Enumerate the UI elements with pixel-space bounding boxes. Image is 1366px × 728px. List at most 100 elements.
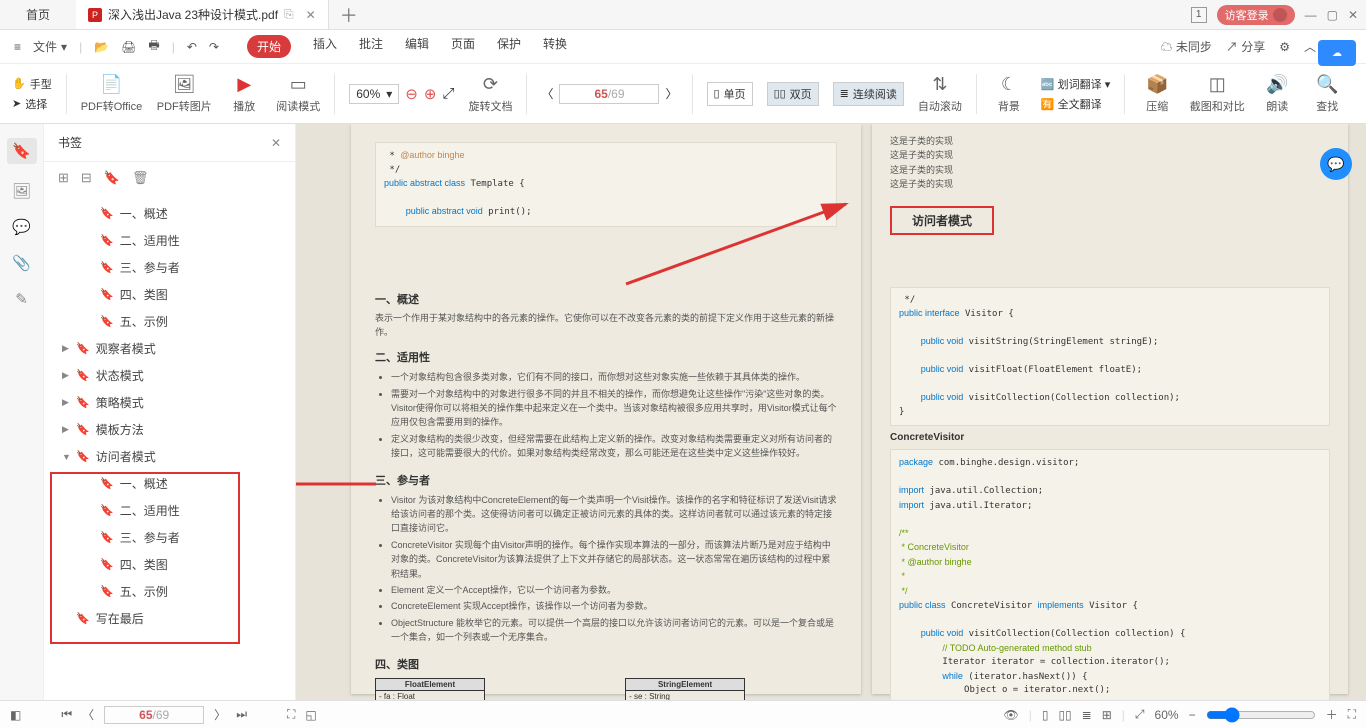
login-button[interactable]: 访客登录 (1217, 5, 1295, 25)
next-page-icon[interactable]: 〉 (665, 85, 677, 102)
single-page[interactable]: ▯ 单页 (707, 82, 753, 106)
share-button[interactable]: ↗ 分享 (1226, 38, 1265, 55)
bookmark-item[interactable]: 🔖五、示例 (48, 308, 291, 335)
close-window-icon[interactable]: ✕ (1348, 8, 1358, 22)
cloud-addon-icon[interactable]: ☁ (1318, 40, 1356, 66)
eye-care-icon[interactable]: 👁 (1003, 708, 1018, 722)
last-page-icon[interactable]: ⏭ (236, 707, 247, 722)
redo-icon[interactable]: ↷ (209, 40, 219, 54)
prev-page-status-icon[interactable]: 〈 (82, 706, 94, 723)
select-tool[interactable]: ➤ 选择 (12, 96, 52, 112)
fit-width-icon[interactable]: ⤢ (442, 85, 454, 102)
menu-edit[interactable]: 编辑 (405, 35, 429, 58)
bookmark-item[interactable]: ▶🔖模板方法 (48, 416, 291, 443)
sec-overview: 一、概述 (375, 291, 837, 307)
bookmark-item[interactable]: ▶🔖策略模式 (48, 389, 291, 416)
collapse-ribbon-icon[interactable]: ︿ (1304, 38, 1316, 55)
bookmarks-title: 书签 (58, 134, 82, 151)
title-bar: 首页 P 深入浅出Java 23种设计模式.pdf ⎘ ✕ ＋ 1 访客登录 —… (0, 0, 1366, 30)
rotate-button[interactable]: ⟳旋转文档 (468, 74, 512, 114)
next-page-status-icon[interactable]: 〉 (214, 706, 226, 723)
zoom-slider[interactable] (1206, 707, 1316, 723)
view-single-icon[interactable]: ▯ (1042, 708, 1049, 722)
close-icon[interactable]: ✕ (306, 8, 316, 22)
bookmark-item[interactable]: 🔖一、概述 (48, 200, 291, 227)
hamburger-icon[interactable]: ≡ (14, 40, 21, 54)
assistant-fab[interactable]: 💬 (1320, 148, 1352, 180)
bookmark-item[interactable]: 🔖三、参与者 (48, 254, 291, 281)
add-bookmark-icon[interactable]: 🔖 (104, 170, 120, 186)
page-input[interactable]: 65/69 (559, 84, 659, 104)
settings-icon[interactable]: ⚙ (1279, 40, 1290, 54)
menu-annotate[interactable]: 批注 (359, 35, 383, 58)
view-double-icon[interactable]: ▯▯ (1058, 708, 1071, 722)
status-zoom-out-icon[interactable]: − (1189, 708, 1196, 722)
bookmark-item[interactable]: ▼🔖访问者模式 (48, 443, 291, 470)
minimize-icon[interactable]: — (1305, 8, 1317, 22)
collapse-all-icon[interactable]: ⊟ (81, 170, 92, 186)
fit-icon[interactable]: ⛶ (287, 707, 295, 722)
read-mode[interactable]: ▭阅读模式 (276, 74, 320, 114)
file-menu[interactable]: 文件▾ (33, 38, 67, 55)
menu-convert[interactable]: 转换 (543, 35, 567, 58)
status-page-input[interactable]: 65/69 (104, 706, 204, 724)
zoom-out-icon[interactable]: ⊖ (405, 85, 418, 103)
pdf-to-office[interactable]: 📄PDF转Office (81, 74, 143, 114)
menu-protect[interactable]: 保护 (497, 35, 521, 58)
undo-icon[interactable]: ↶ (187, 40, 197, 54)
toggle-panel-icon[interactable]: ◧ (10, 708, 21, 722)
double-page[interactable]: ▯▯ 双页 (767, 82, 819, 106)
document-viewport[interactable]: * @author binghe */ public abstract clas… (296, 124, 1366, 700)
file-tab[interactable]: P 深入浅出Java 23种设计模式.pdf ⎘ ✕ (76, 0, 329, 29)
hand-tool[interactable]: ✋ 手型 (12, 76, 52, 92)
open-icon[interactable]: 📂 (94, 40, 109, 54)
fullscreen-icon[interactable]: ⛶ (1348, 707, 1356, 722)
background[interactable]: ☾背景 (991, 74, 1027, 114)
bookmarks-rail-icon[interactable]: 🔖 (7, 138, 37, 164)
screenshot-compare[interactable]: ◫截图和对比 (1189, 74, 1245, 114)
new-tab-button[interactable]: ＋ (329, 0, 369, 29)
toolbar: ✋ 手型 ➤ 选择 📄PDF转Office 🖼PDF转图片 ▶播放 ▭阅读模式 … (0, 64, 1366, 124)
print-icon[interactable]: 🖶 (148, 36, 159, 57)
expand-all-icon[interactable]: ⊞ (58, 170, 69, 186)
play-button[interactable]: ▶播放 (226, 74, 262, 114)
autoscroll[interactable]: ⇅自动滚动 (918, 74, 962, 114)
compress[interactable]: 📦压缩 (1139, 74, 1175, 114)
dict-translate[interactable]: 🔤 划词翻译 ▾ (1041, 76, 1110, 92)
save-icon[interactable]: 🖨 (121, 40, 136, 54)
first-page-icon[interactable]: ⏮ (61, 707, 72, 722)
bookmark-item[interactable]: ▶🔖观察者模式 (48, 335, 291, 362)
attachments-rail-icon[interactable]: 📎 (12, 254, 31, 272)
home-tab[interactable]: 首页 (0, 0, 76, 29)
view-continuous-icon[interactable]: ≣ (1082, 708, 1092, 722)
menu-start[interactable]: 开始 (247, 35, 291, 58)
prev-page-icon[interactable]: 〈 (541, 85, 553, 102)
zoom-select[interactable]: 60% ▾ (349, 84, 399, 104)
status-zoom-in-icon[interactable]: ＋ (1326, 706, 1338, 723)
pdf-to-image[interactable]: 🖼PDF转图片 (156, 74, 212, 114)
menu-insert[interactable]: 插入 (313, 35, 337, 58)
bookmark-item[interactable]: ▶🔖状态模式 (48, 362, 291, 389)
sync-status[interactable]: ☁ 未同步 (1161, 38, 1212, 55)
maximize-icon[interactable]: ▢ (1327, 8, 1338, 22)
continuous-read[interactable]: ≣ 连续阅读 (833, 82, 904, 106)
thumbnails-rail-icon[interactable]: 🖼 (12, 182, 31, 200)
close-panel-icon[interactable]: ✕ (271, 136, 281, 150)
sign-rail-icon[interactable]: ✎ (15, 290, 28, 308)
find[interactable]: 🔍查找 (1309, 74, 1345, 114)
bookmark-item[interactable]: 🔖四、类图 (48, 281, 291, 308)
menu-page[interactable]: 页面 (451, 35, 475, 58)
full-translate[interactable]: 🈶 全文翻译 (1041, 96, 1110, 112)
menu-bar: ≡ 文件▾ | 📂 🖨 🖶 | ↶ ↷ 开始 插入 批注 编辑 页面 保护 转换… (0, 30, 1366, 64)
zoom-in-icon[interactable]: ⊕ (424, 85, 437, 103)
window-number-icon[interactable]: 1 (1191, 7, 1207, 23)
comments-rail-icon[interactable]: 💬 (12, 218, 31, 236)
status-zoom-label: 60% (1155, 708, 1179, 722)
fit-toggle-icon[interactable]: ⤢ (1135, 707, 1145, 722)
applicability-list: 一个对象结构包含很多类对象，它们有不同的接口，而你想对这些对象实施一些依赖于其具… (375, 369, 837, 461)
actual-size-icon[interactable]: ◱ (305, 708, 316, 722)
bookmark-item[interactable]: 🔖二、适用性 (48, 227, 291, 254)
delete-bookmark-icon[interactable]: 🗑 (132, 170, 149, 186)
read-aloud[interactable]: 🔊朗读 (1259, 74, 1295, 114)
view-grid-icon[interactable]: ⊞ (1102, 708, 1112, 722)
